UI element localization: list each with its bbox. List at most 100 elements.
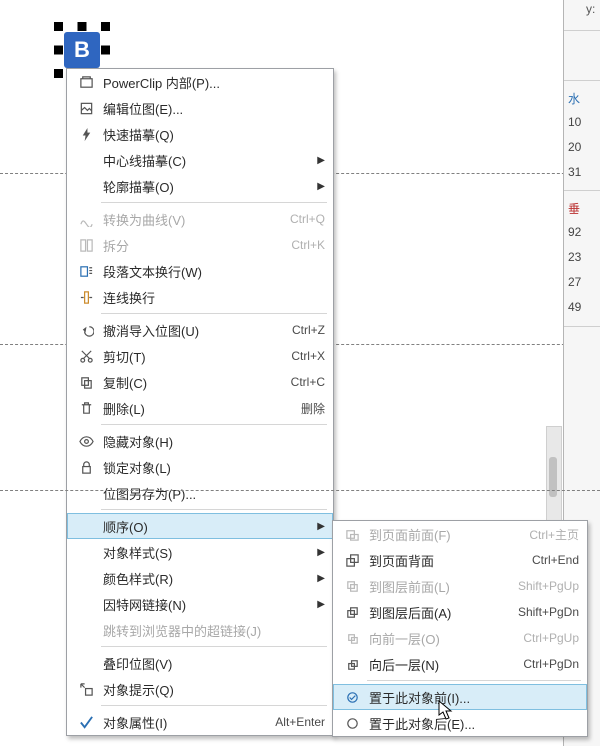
powerclip-icon: [75, 75, 97, 90]
logo-block: B: [64, 32, 100, 68]
submenu-arrow-icon: ▶: [317, 547, 333, 558]
lock-icon: [75, 460, 97, 475]
menu-paragraph-wrap[interactable]: 段落文本换行(W): [67, 258, 333, 284]
menu-label: 跳转到浏览器中的超链接(J): [97, 621, 333, 640]
menu-shortcut: Ctrl+PgDn: [523, 657, 587, 671]
resize-handle-tl[interactable]: [54, 22, 63, 31]
menu-label: 锁定对象(L): [97, 458, 333, 477]
menu-separator: [101, 202, 327, 203]
menu-lock[interactable]: 锁定对象(L): [67, 454, 333, 480]
menu-label: 颜色样式(R): [97, 569, 317, 588]
menu-internet-link[interactable]: 因特网链接(N) ▶: [67, 591, 333, 617]
context-menu: PowerClip 内部(P)... 编辑位图(E)... 快速描摹(Q) 中心…: [66, 68, 334, 736]
menu-connector-wrap[interactable]: 连线换行: [67, 284, 333, 310]
menu-quick-trace[interactable]: 快速描摹(Q): [67, 121, 333, 147]
submenu-back-one[interactable]: 向后一层(N) Ctrl+PgDn: [333, 651, 587, 677]
menu-label: 撤消导入位图(U): [97, 321, 292, 340]
to-layer-front-icon: [341, 579, 363, 594]
menu-goto-hyperlink: 跳转到浏览器中的超链接(J): [67, 617, 333, 643]
menu-shortcut: Ctrl+X: [291, 349, 333, 363]
menu-object-properties[interactable]: 对象属性(I) Alt+Enter: [67, 709, 333, 735]
menu-delete[interactable]: 删除(L) 删除: [67, 395, 333, 421]
panel-value: 31: [568, 165, 598, 179]
panel-value: 49: [568, 300, 598, 314]
submenu-forward-one: 向前一层(O) Ctrl+PgUp: [333, 625, 587, 651]
scissors-icon: [75, 349, 97, 364]
menu-label: 隐藏对象(H): [97, 432, 333, 451]
menu-label: 到图层后面(A): [363, 603, 518, 622]
submenu-to-page-front: 到页面前面(F) Ctrl+主页: [333, 521, 587, 547]
resize-handle-mr[interactable]: [101, 46, 110, 55]
menu-center-trace[interactable]: 中心线描摹(C) ▶: [67, 147, 333, 173]
checkmark-icon: [75, 715, 97, 730]
menu-label: 对象提示(Q): [97, 680, 333, 699]
submenu-arrow-icon: ▶: [317, 521, 333, 532]
menu-separator: [101, 313, 327, 314]
menu-edit-bitmap[interactable]: 编辑位图(E)...: [67, 95, 333, 121]
menu-label: 因特网链接(N): [97, 595, 317, 614]
connector-wrap-icon: [75, 290, 97, 305]
before-object-icon: [341, 690, 363, 705]
submenu-after-object[interactable]: 置于此对象后(E)...: [333, 710, 587, 736]
after-object-icon: [341, 716, 363, 731]
menu-label: 对象属性(I): [97, 713, 275, 732]
menu-color-styles[interactable]: 颜色样式(R) ▶: [67, 565, 333, 591]
resize-handle-ml[interactable]: [54, 46, 63, 55]
menu-copy[interactable]: 复制(C) Ctrl+C: [67, 369, 333, 395]
menu-label: 段落文本换行(W): [97, 262, 333, 281]
to-page-front-icon: [341, 527, 363, 542]
panel-value: 27: [568, 275, 598, 289]
menu-cut[interactable]: 剪切(T) Ctrl+X: [67, 343, 333, 369]
menu-label: 轮廓描摹(O): [97, 177, 317, 196]
menu-label: 顺序(O): [97, 517, 317, 536]
menu-order[interactable]: 顺序(O) ▶: [67, 513, 333, 539]
menu-object-styles[interactable]: 对象样式(S) ▶: [67, 539, 333, 565]
hint-icon: [75, 682, 97, 697]
resize-handle-tm[interactable]: [78, 22, 87, 31]
menu-label: 置于此对象前(I)...: [363, 688, 587, 707]
paragraph-wrap-icon: [75, 264, 97, 279]
menu-split: 拆分 Ctrl+K: [67, 232, 333, 258]
menu-shortcut: Ctrl+C: [291, 375, 333, 389]
menu-save-bitmap[interactable]: 位图另存为(P)...: [67, 480, 333, 506]
menu-label: 位图另存为(P)...: [97, 484, 333, 503]
submenu-before-object[interactable]: 置于此对象前(I)...: [333, 684, 587, 710]
resize-handle-tr[interactable]: [101, 22, 110, 31]
submenu-arrow-icon: ▶: [317, 573, 333, 584]
menu-shortcut: Ctrl+End: [532, 553, 587, 567]
menu-label: 快速描摹(Q): [97, 125, 333, 144]
menu-powerclip[interactable]: PowerClip 内部(P)...: [67, 69, 333, 95]
lightning-icon: [75, 127, 97, 142]
curve-icon: [75, 212, 97, 227]
menu-label: 中心线描摹(C): [97, 151, 317, 170]
menu-undo[interactable]: 撤消导入位图(U) Ctrl+Z: [67, 317, 333, 343]
menu-shortcut: Alt+Enter: [275, 715, 333, 729]
undo-icon: [75, 323, 97, 338]
menu-hide[interactable]: 隐藏对象(H): [67, 428, 333, 454]
menu-label: PowerClip 内部(P)...: [97, 73, 333, 92]
panel-value: 23: [568, 250, 598, 264]
submenu-to-layer-front: 到图层前面(L) Shift+PgUp: [333, 573, 587, 599]
menu-label: 置于此对象后(E)...: [363, 714, 587, 733]
submenu-to-page-back[interactable]: 到页面背面 Ctrl+End: [333, 547, 587, 573]
menu-label: 向前一层(O): [363, 629, 523, 648]
submenu-arrow-icon: ▶: [317, 155, 333, 166]
order-submenu: 到页面前面(F) Ctrl+主页 到页面背面 Ctrl+End 到图层前面(L)…: [332, 520, 588, 737]
panel-header: 垂: [568, 200, 598, 217]
menu-outline-trace[interactable]: 轮廓描摹(O) ▶: [67, 173, 333, 199]
panel-value: 10: [568, 115, 598, 129]
menu-separator: [101, 509, 327, 510]
trash-icon: [75, 401, 97, 416]
menu-label: 对象样式(S): [97, 543, 317, 562]
submenu-to-layer-back[interactable]: 到图层后面(A) Shift+PgDn: [333, 599, 587, 625]
menu-label: 叠印位图(V): [97, 654, 333, 673]
menu-label: 到图层前面(L): [363, 577, 518, 596]
resize-handle-bl[interactable]: [54, 69, 63, 78]
menu-overprint-bitmap[interactable]: 叠印位图(V): [67, 650, 333, 676]
menu-shortcut: Shift+PgDn: [518, 605, 587, 619]
menu-to-curve: 转换为曲线(V) Ctrl+Q: [67, 206, 333, 232]
menu-separator: [101, 646, 327, 647]
menu-separator: [367, 680, 581, 681]
menu-shortcut: Ctrl+K: [291, 238, 333, 252]
menu-object-hint[interactable]: 对象提示(Q): [67, 676, 333, 702]
